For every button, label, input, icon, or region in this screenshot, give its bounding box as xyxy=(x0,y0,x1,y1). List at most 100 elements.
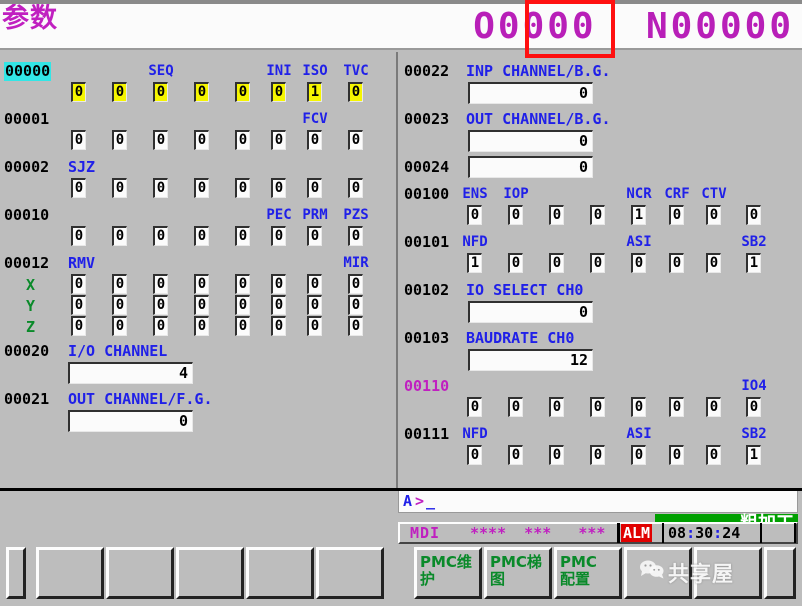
parameter-value-field[interactable]: 0 xyxy=(468,301,593,323)
parameter-value-field[interactable]: 12 xyxy=(468,349,593,371)
parameter-number[interactable]: 00111 xyxy=(404,425,449,444)
bit-cell[interactable]: 0 xyxy=(194,130,209,150)
parameter-value-field[interactable]: 0 xyxy=(468,156,593,178)
bit-cell[interactable]: 0 xyxy=(112,130,127,150)
bit-cell[interactable]: 0 xyxy=(307,130,322,150)
bit-cell[interactable]: 0 xyxy=(153,226,168,246)
parameter-value-field[interactable]: 4 xyxy=(68,362,193,384)
parameter-number[interactable]: 00021 xyxy=(4,390,49,409)
bit-cell[interactable]: 0 xyxy=(508,445,523,465)
parameter-number[interactable]: 00001 xyxy=(4,110,49,129)
bit-cell[interactable]: 0 xyxy=(590,397,605,417)
bit-cell[interactable]: 0 xyxy=(467,397,482,417)
bit-cell[interactable]: 1 xyxy=(307,82,322,102)
bit-cell[interactable]: 0 xyxy=(153,82,168,102)
parameter-number[interactable]: 00023 xyxy=(404,110,449,129)
bit-cell[interactable]: 0 xyxy=(348,130,363,150)
bit-cell[interactable]: 0 xyxy=(467,445,482,465)
bit-cell[interactable]: 0 xyxy=(706,397,721,417)
bit-cell[interactable]: 0 xyxy=(194,82,209,102)
bit-cell[interactable]: 0 xyxy=(669,253,684,273)
parameter-number[interactable]: 00102 xyxy=(404,281,449,300)
bit-cell[interactable]: 0 xyxy=(112,226,127,246)
bit-cell[interactable]: 0 xyxy=(271,295,286,315)
bit-cell[interactable]: 0 xyxy=(112,274,127,294)
softkey-empty-0[interactable] xyxy=(6,547,26,599)
softkey-6[interactable]: PMC维护 xyxy=(414,547,482,599)
bit-cell[interactable]: 0 xyxy=(746,205,761,225)
bit-cell[interactable]: 0 xyxy=(467,205,482,225)
bit-cell[interactable]: 0 xyxy=(549,253,564,273)
parameter-number[interactable]: 00110 xyxy=(404,377,449,396)
bit-cell[interactable]: 0 xyxy=(590,253,605,273)
bit-cell[interactable]: 0 xyxy=(71,82,86,102)
parameter-number[interactable]: 00010 xyxy=(4,206,49,225)
bit-cell[interactable]: 0 xyxy=(194,178,209,198)
bit-cell[interactable]: 0 xyxy=(348,226,363,246)
softkey-empty-11[interactable] xyxy=(764,547,796,599)
bit-cell[interactable]: 0 xyxy=(348,274,363,294)
bit-cell[interactable]: 0 xyxy=(235,82,250,102)
parameter-number[interactable]: 00020 xyxy=(4,342,49,361)
bit-cell[interactable]: 0 xyxy=(235,316,250,336)
softkey-empty-3[interactable] xyxy=(176,547,244,599)
bit-cell[interactable]: 0 xyxy=(549,445,564,465)
bit-cell[interactable]: 0 xyxy=(631,445,646,465)
bit-cell[interactable]: 0 xyxy=(71,316,86,336)
parameter-value-field[interactable]: 0 xyxy=(468,130,593,152)
softkey-empty-2[interactable] xyxy=(106,547,174,599)
bit-cell[interactable]: 0 xyxy=(71,178,86,198)
parameter-number[interactable]: 00012 xyxy=(4,254,49,273)
bit-cell[interactable]: 0 xyxy=(348,316,363,336)
bit-cell[interactable]: 0 xyxy=(271,82,286,102)
bit-cell[interactable]: 1 xyxy=(631,205,646,225)
bit-cell[interactable]: 0 xyxy=(307,178,322,198)
bit-cell[interactable]: 0 xyxy=(194,226,209,246)
bit-cell[interactable]: 0 xyxy=(71,295,86,315)
bit-cell[interactable]: 0 xyxy=(235,295,250,315)
bit-cell[interactable]: 0 xyxy=(112,178,127,198)
bit-cell[interactable]: 0 xyxy=(508,205,523,225)
bit-cell[interactable]: 0 xyxy=(271,130,286,150)
parameter-number[interactable]: 00000 xyxy=(4,62,51,81)
bit-cell[interactable]: 0 xyxy=(669,397,684,417)
parameter-number[interactable]: 00024 xyxy=(404,158,449,177)
bit-cell[interactable]: 0 xyxy=(271,274,286,294)
bit-cell[interactable]: 0 xyxy=(590,205,605,225)
bit-cell[interactable]: 0 xyxy=(112,295,127,315)
bit-cell[interactable]: 0 xyxy=(112,82,127,102)
bit-cell[interactable]: 0 xyxy=(631,397,646,417)
softkey-8[interactable]: PMC 配置 xyxy=(554,547,622,599)
parameter-value-field[interactable]: 0 xyxy=(68,410,193,432)
bit-cell[interactable]: 1 xyxy=(467,253,482,273)
bit-cell[interactable]: 0 xyxy=(348,82,363,102)
bit-cell[interactable]: 0 xyxy=(549,205,564,225)
bit-cell[interactable]: 0 xyxy=(112,316,127,336)
bit-cell[interactable]: 0 xyxy=(307,274,322,294)
bit-cell[interactable]: 0 xyxy=(307,295,322,315)
bit-cell[interactable]: 0 xyxy=(153,130,168,150)
bit-cell[interactable]: 0 xyxy=(508,397,523,417)
parameter-number[interactable]: 00022 xyxy=(404,62,449,81)
bit-cell[interactable]: 0 xyxy=(71,226,86,246)
bit-cell[interactable]: 0 xyxy=(235,274,250,294)
bit-cell[interactable]: 1 xyxy=(746,445,761,465)
bit-cell[interactable]: 0 xyxy=(348,178,363,198)
bit-cell[interactable]: 0 xyxy=(706,205,721,225)
bit-cell[interactable]: 0 xyxy=(271,226,286,246)
bit-cell[interactable]: 1 xyxy=(746,253,761,273)
bit-cell[interactable]: 0 xyxy=(271,316,286,336)
bit-cell[interactable]: 0 xyxy=(153,178,168,198)
bit-cell[interactable]: 0 xyxy=(348,295,363,315)
softkey-empty-1[interactable] xyxy=(36,547,104,599)
bit-cell[interactable]: 0 xyxy=(153,316,168,336)
parameter-value-field[interactable]: 0 xyxy=(468,82,593,104)
bit-cell[interactable]: 0 xyxy=(706,253,721,273)
bit-cell[interactable]: 0 xyxy=(235,226,250,246)
bit-cell[interactable]: 0 xyxy=(746,397,761,417)
bit-cell[interactable]: 0 xyxy=(235,130,250,150)
bit-cell[interactable]: 0 xyxy=(71,130,86,150)
bit-cell[interactable]: 0 xyxy=(194,316,209,336)
parameter-number[interactable]: 00103 xyxy=(404,329,449,348)
bit-cell[interactable]: 0 xyxy=(631,253,646,273)
